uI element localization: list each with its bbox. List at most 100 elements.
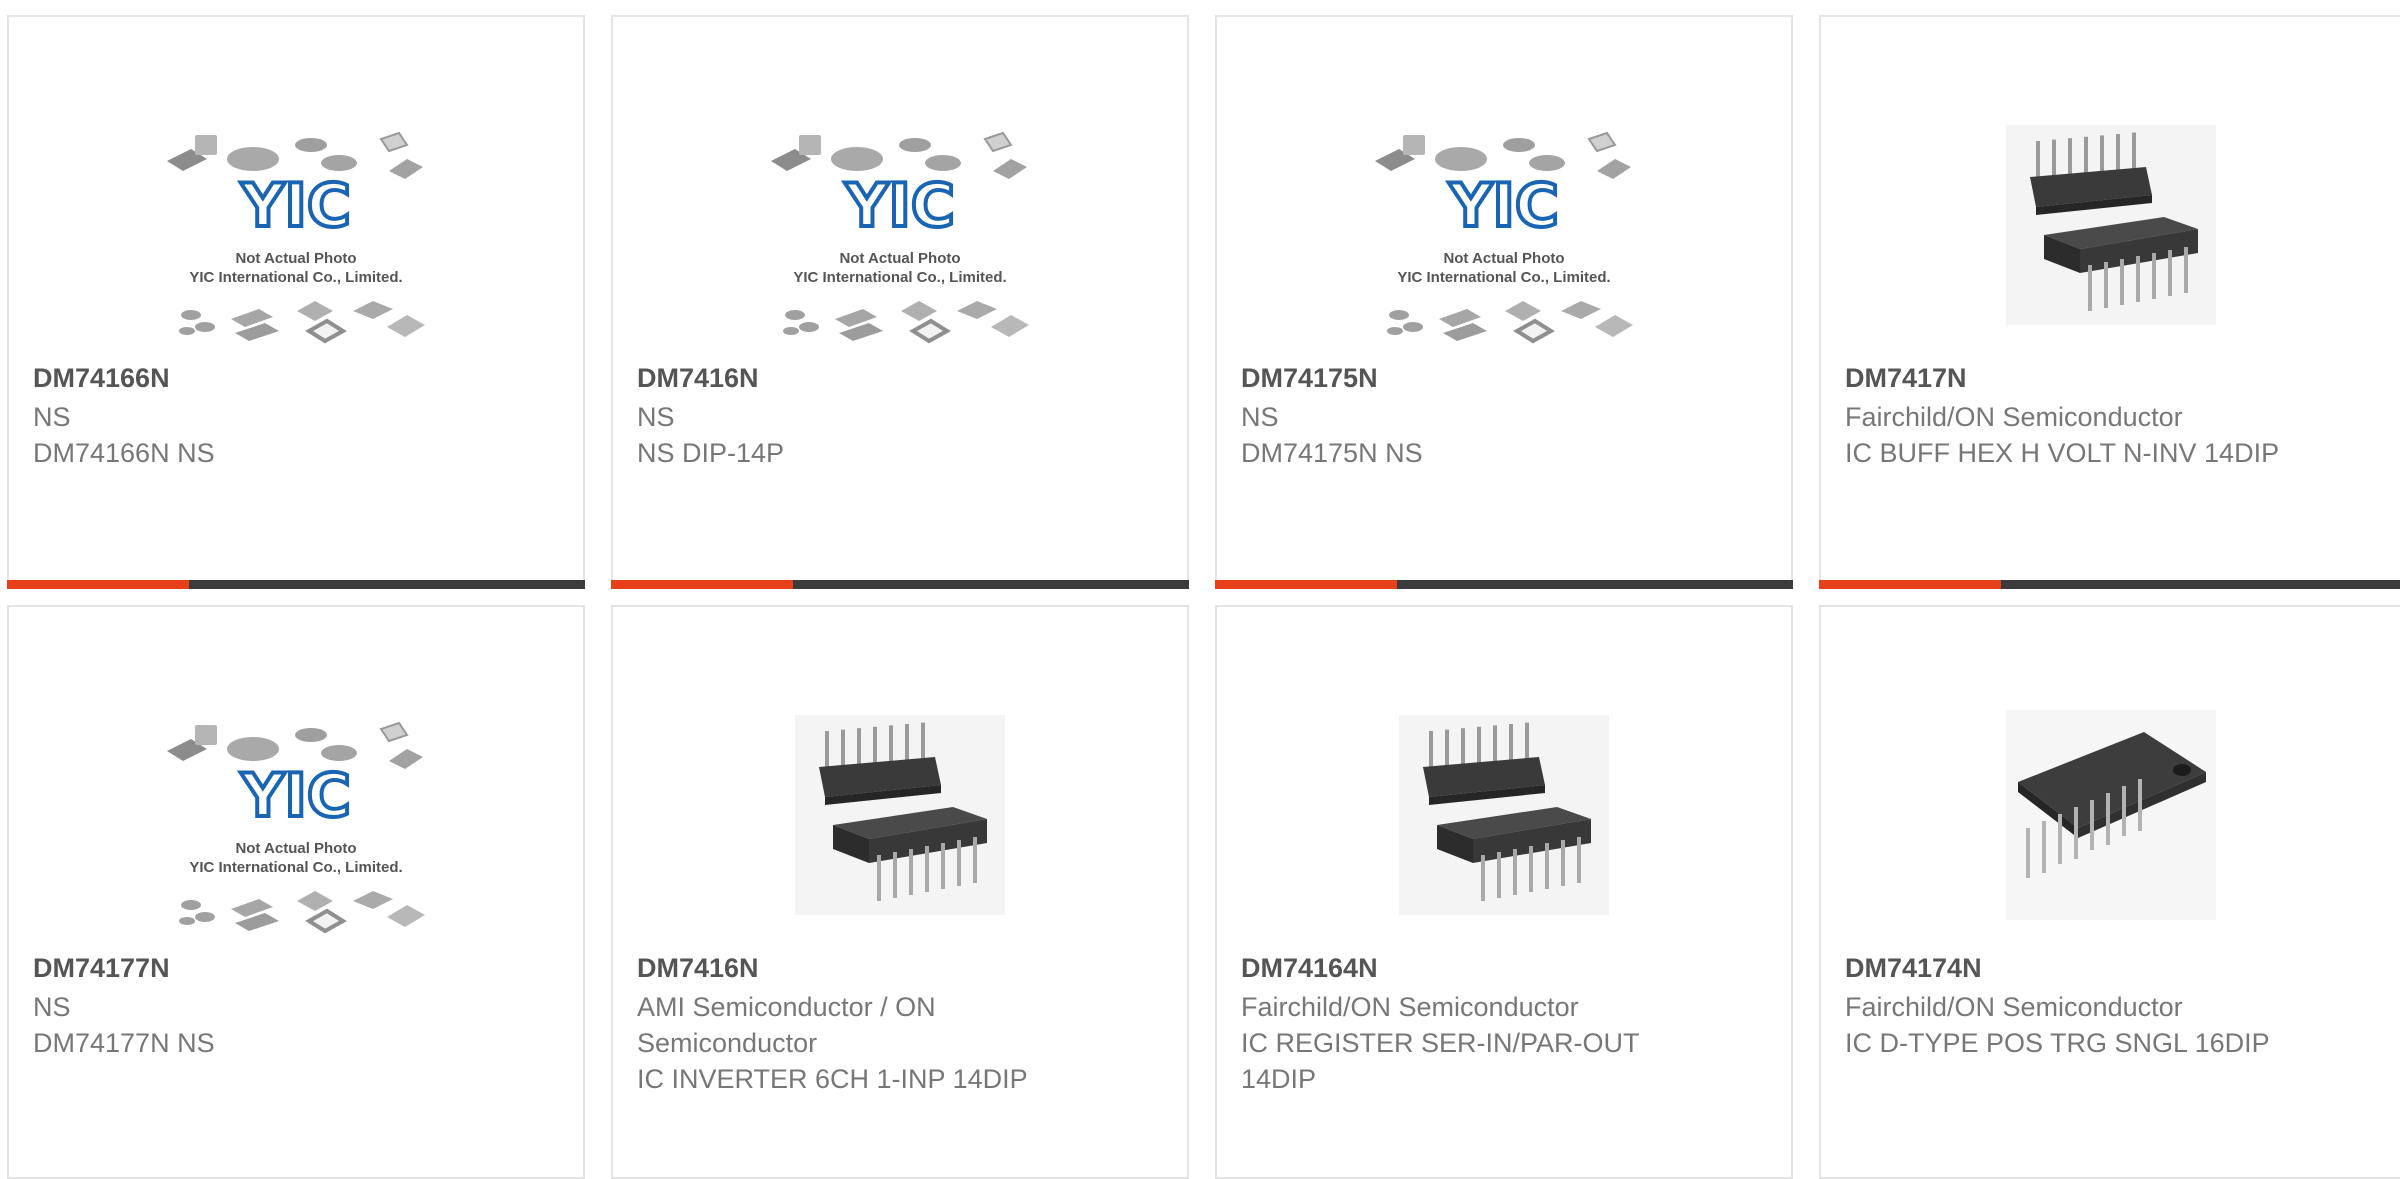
- chip-pin: [1545, 842, 1549, 889]
- placeholder-line2: YIC International Co., Limited.: [793, 269, 1006, 286]
- description: IC BUFF HEX H VOLT N-INV 14DIP: [1845, 438, 2280, 468]
- part-number[interactable]: DM7417N: [1845, 363, 1967, 394]
- chip-pin: [1525, 722, 1529, 763]
- placeholder-image: YIC Not Actual Photo YIC International C…: [765, 105, 1035, 350]
- chip-pin: [941, 842, 945, 889]
- chip-pin: [1461, 727, 1465, 768]
- chip-graphic: [2005, 709, 2216, 920]
- chip-pin: [877, 854, 881, 901]
- chip-pin: [2067, 137, 2072, 178]
- part-number[interactable]: DM7416N: [637, 363, 759, 394]
- part-number[interactable]: DM74166N: [33, 363, 170, 394]
- product-image[interactable]: YIC Not Actual Photo YIC International C…: [1217, 87, 1791, 367]
- product-card[interactable]: YIC Not Actual Photo YIC International C…: [7, 15, 585, 589]
- product-image[interactable]: [613, 677, 1187, 957]
- product-card[interactable]: DM7416N AMI Semiconductor / ON Semicondu…: [611, 605, 1189, 1179]
- chip-pin: [1429, 730, 1433, 771]
- placeholder-image: YIC Not Actual Photo YIC International C…: [161, 105, 431, 350]
- dip16-chip-image: [2005, 709, 2216, 925]
- chip-pin: [2121, 785, 2126, 836]
- manufacturer: Fairchild/ON Semiconductor: [1241, 992, 1579, 1022]
- chip-pin: [2151, 252, 2156, 299]
- card-bar-accent: [1819, 580, 2001, 589]
- product-card[interactable]: YIC Not Actual Photo YIC International C…: [611, 15, 1189, 589]
- product-image[interactable]: [1217, 677, 1791, 957]
- package-icons-bottom: [179, 890, 425, 933]
- card-bar: [1215, 580, 1793, 589]
- product-card[interactable]: DM74164N Fairchild/ON Semiconductor IC R…: [1215, 605, 1793, 1179]
- product-card[interactable]: YIC Not Actual Photo YIC International C…: [7, 605, 585, 1179]
- placeholder-line1: Not Actual Photo: [839, 250, 960, 267]
- chip-pin: [1477, 726, 1481, 767]
- description: DM74177N NS: [33, 1028, 215, 1058]
- chip-graphic: [1399, 714, 1609, 915]
- chip-pin: [2103, 261, 2108, 308]
- product-card[interactable]: YIC Not Actual Photo YIC International C…: [1215, 15, 1793, 589]
- chip-pin: [1445, 729, 1449, 770]
- chip-pin: [1497, 851, 1501, 898]
- chip-pin: [2131, 132, 2136, 173]
- part-number[interactable]: DM74174N: [1845, 953, 1982, 984]
- part-number[interactable]: DM7416N: [637, 953, 759, 984]
- placeholder-line1: Not Actual Photo: [1443, 250, 1564, 267]
- placeholder-line1: Not Actual Photo: [235, 250, 356, 267]
- yic-logo-text: YIC: [844, 171, 955, 241]
- product-image[interactable]: [1819, 87, 2400, 367]
- manufacturer: Fairchild/ON Semiconductor: [1845, 992, 2183, 1022]
- placeholder-line2: YIC International Co., Limited.: [189, 859, 402, 876]
- part-number[interactable]: DM74177N: [33, 953, 170, 984]
- chip-pin: [909, 848, 913, 895]
- placeholder-graphic: YIC Not Actual Photo YIC International C…: [771, 131, 1029, 343]
- product-image[interactable]: YIC Not Actual Photo YIC International C…: [9, 87, 583, 367]
- placeholder-line2: YIC International Co., Limited.: [1397, 269, 1610, 286]
- package-icons-bottom: [1387, 300, 1633, 343]
- package-icons-bottom: [179, 300, 425, 343]
- dip14-chip-image: [1399, 714, 1609, 920]
- chip-pin: [2073, 806, 2078, 859]
- chip-pin: [2041, 820, 2046, 873]
- description: DM74175N NS: [1241, 438, 1423, 468]
- product-card[interactable]: DM7417N Fairchild/ON Semiconductor IC BU…: [1819, 15, 2400, 589]
- placeholder-line1: Not Actual Photo: [235, 840, 356, 857]
- manufacturer: AMI Semiconductor / ON Semiconductor: [637, 992, 936, 1058]
- description: NS DIP-14P: [637, 438, 785, 468]
- card-bar: [611, 580, 1189, 589]
- chip-pin: [1481, 854, 1485, 901]
- chip-graphic: [795, 714, 1005, 915]
- chip-pin: [2099, 134, 2104, 175]
- description: IC D-TYPE POS TRG SNGL 16DIP: [1845, 1028, 2270, 1058]
- manufacturer: NS: [33, 402, 71, 432]
- yic-logo-text: YIC: [240, 171, 351, 241]
- chip-pin: [2119, 258, 2124, 305]
- chip-pin: [925, 845, 929, 892]
- chip-pin: [2083, 136, 2088, 177]
- chip-pin: [2057, 813, 2062, 864]
- description: IC INVERTER 6CH 1-INP 14DIP: [637, 1064, 1028, 1094]
- chip-pin: [1577, 836, 1581, 883]
- chip-pin: [1561, 839, 1565, 886]
- yic-logo-text: YIC: [1448, 171, 1559, 241]
- package-icons-bottom: [783, 300, 1029, 343]
- description: DM74166N NS: [33, 438, 215, 468]
- part-number[interactable]: DM74164N: [1241, 953, 1378, 984]
- chip-pin: [893, 851, 897, 898]
- manufacturer: NS: [1241, 402, 1279, 432]
- product-image[interactable]: [1819, 677, 2400, 957]
- chip-pin: [889, 724, 893, 765]
- placeholder-graphic: YIC Not Actual Photo YIC International C…: [167, 131, 425, 343]
- chip-pin: [1509, 723, 1513, 764]
- chip-pin: [2183, 246, 2188, 293]
- placeholder-graphic: YIC Not Actual Photo YIC International C…: [167, 721, 425, 933]
- manufacturer: Fairchild/ON Semiconductor: [1845, 402, 2183, 432]
- product-image[interactable]: YIC Not Actual Photo YIC International C…: [9, 677, 583, 957]
- product-image[interactable]: YIC Not Actual Photo YIC International C…: [613, 87, 1187, 367]
- chip-pin: [921, 722, 925, 763]
- part-number[interactable]: DM74175N: [1241, 363, 1378, 394]
- dip14-chip-image: [2005, 124, 2216, 330]
- placeholder-line2: YIC International Co., Limited.: [189, 269, 402, 286]
- chip-pin: [873, 726, 877, 767]
- chip-pin: [841, 729, 845, 770]
- card-bar-accent: [611, 580, 793, 589]
- product-card[interactable]: DM74174N Fairchild/ON Semiconductor IC D…: [1819, 605, 2400, 1179]
- placeholder-image: YIC Not Actual Photo YIC International C…: [161, 695, 431, 940]
